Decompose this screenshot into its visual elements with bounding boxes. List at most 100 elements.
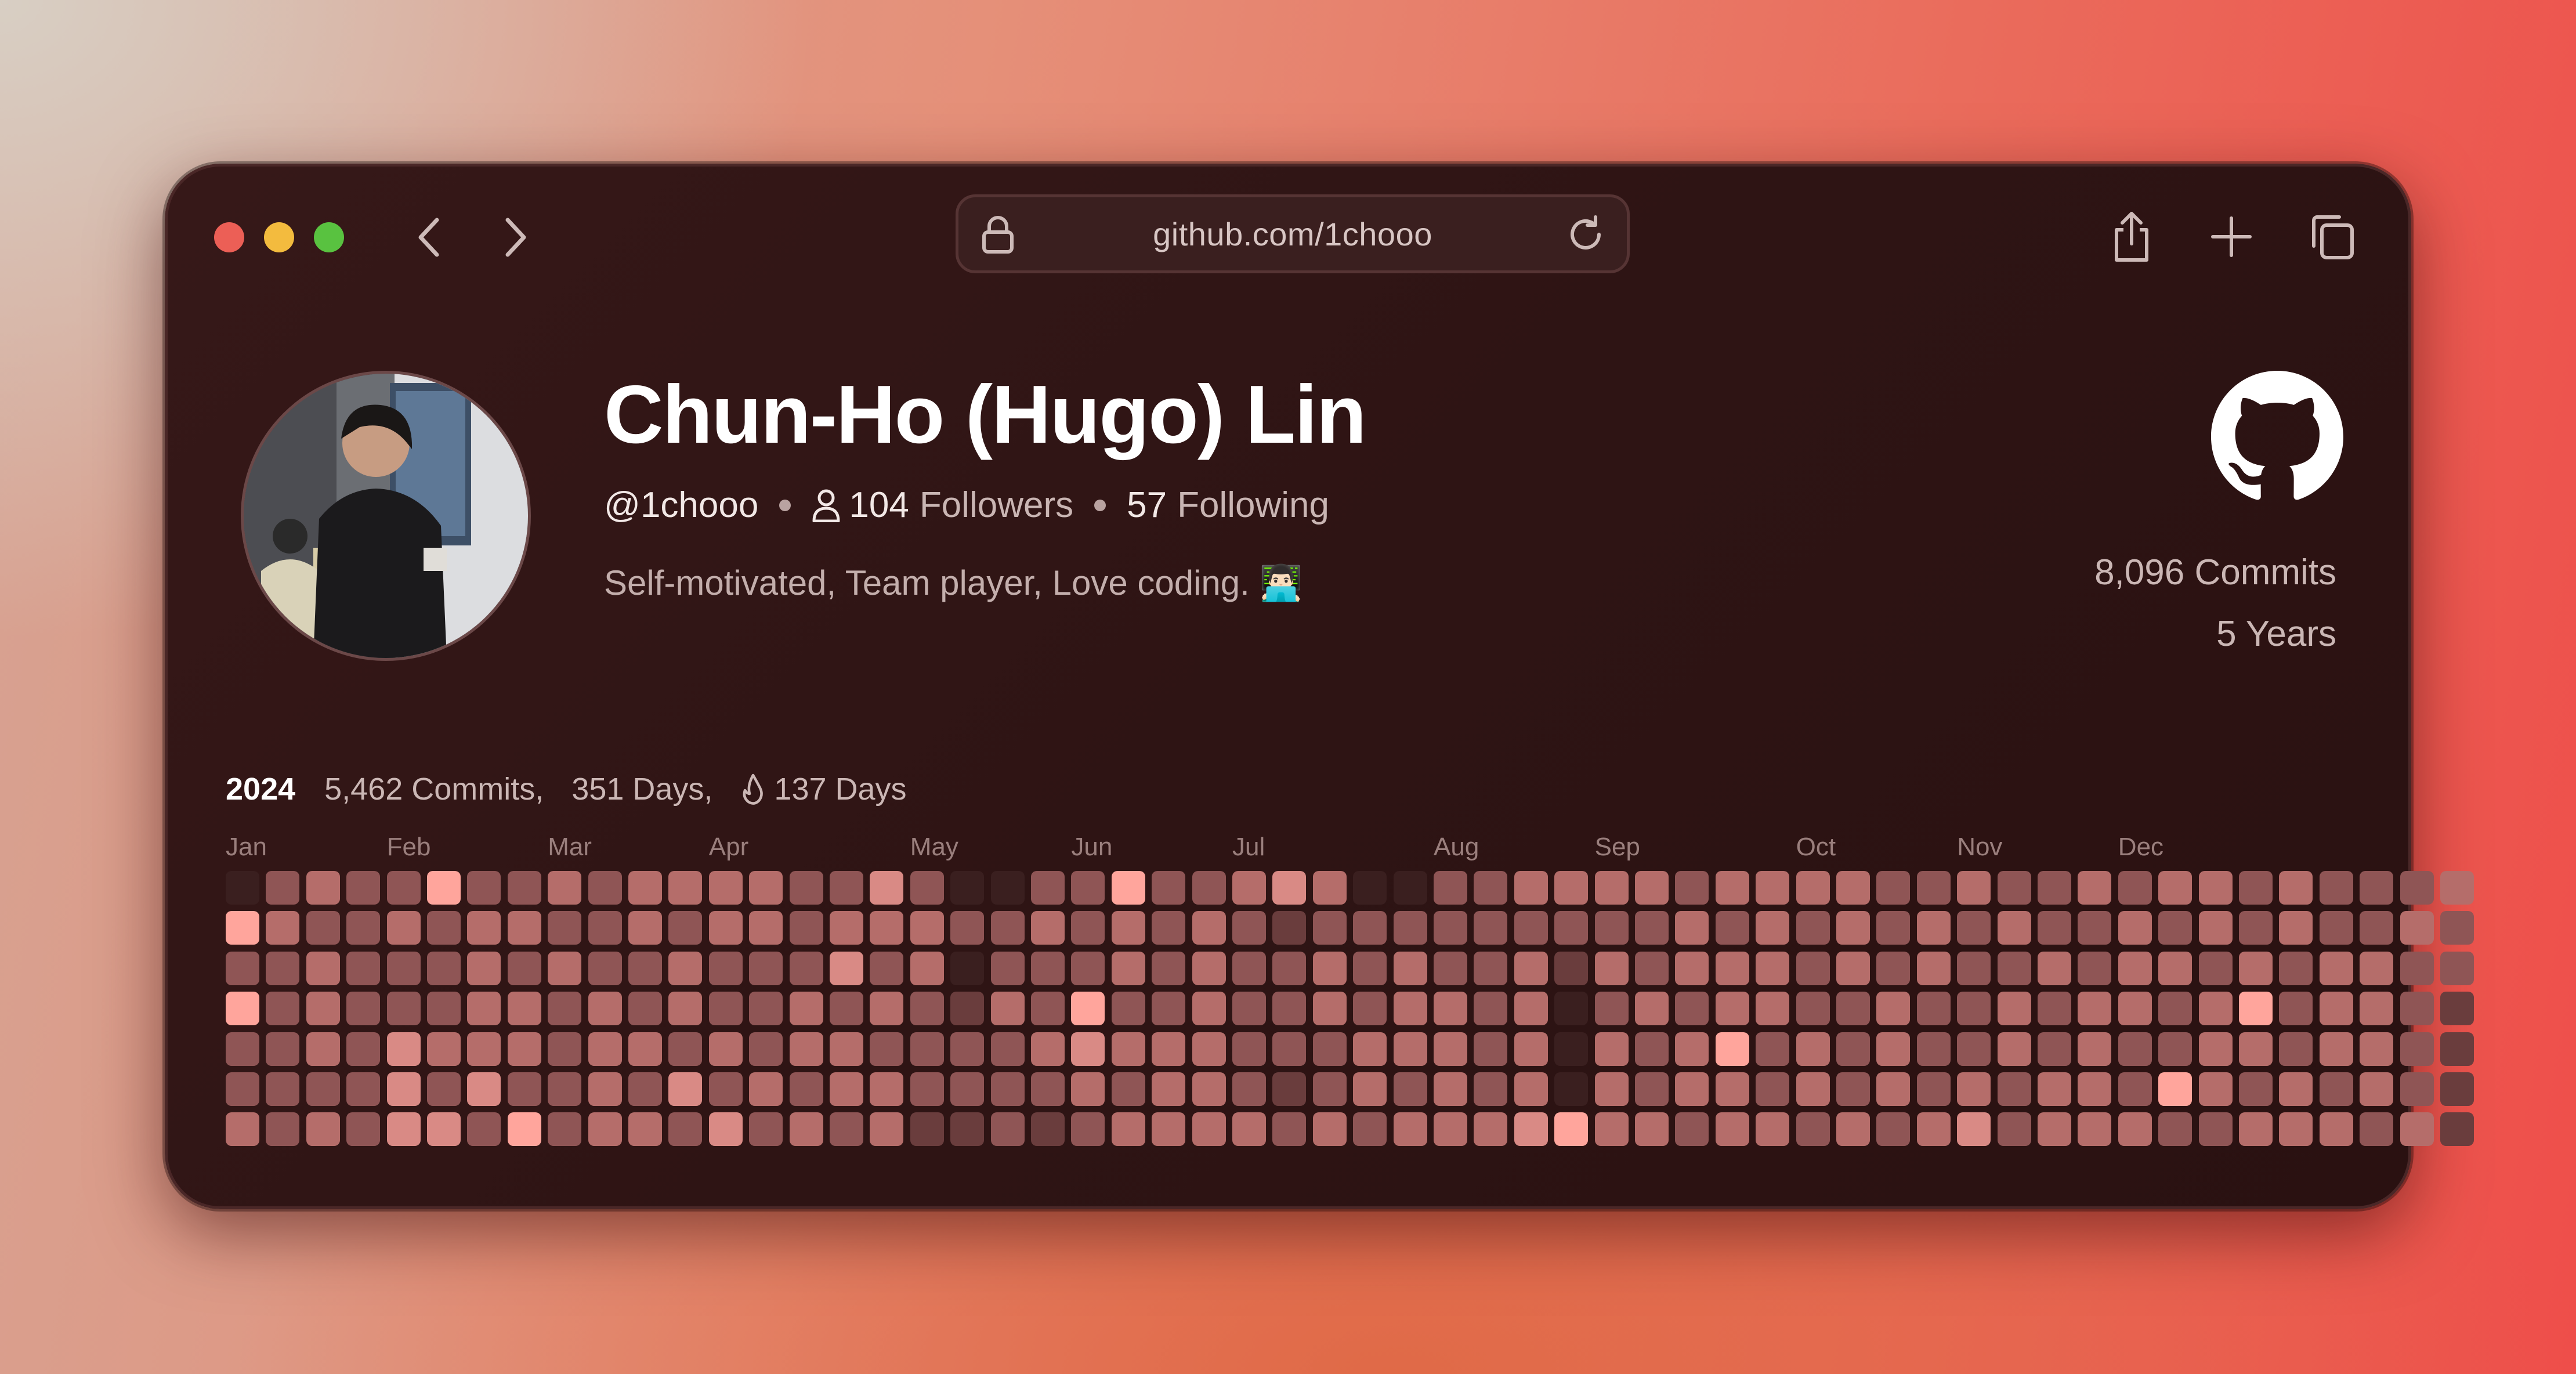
contribution-cell[interactable] <box>1272 1032 1307 1066</box>
contribution-cell[interactable] <box>346 1032 381 1066</box>
contribution-cell[interactable] <box>1393 1112 1427 1147</box>
contribution-cell[interactable] <box>1836 1112 1870 1147</box>
contribution-cell[interactable] <box>870 1072 904 1106</box>
contribution-cell[interactable] <box>2279 871 2313 905</box>
contribution-cell[interactable] <box>548 1072 582 1106</box>
contribution-cell[interactable] <box>2118 1072 2152 1106</box>
contribution-cell[interactable] <box>830 1032 863 1066</box>
contribution-cell[interactable] <box>1071 992 1105 1026</box>
contribution-cell[interactable] <box>1232 1032 1266 1066</box>
contribution-cell[interactable] <box>2319 951 2353 985</box>
contribution-cell[interactable] <box>1474 1072 1508 1106</box>
contribution-cell[interactable] <box>386 911 421 945</box>
contribution-cell[interactable] <box>910 1032 944 1066</box>
contribution-cell[interactable] <box>2198 992 2233 1026</box>
contribution-cell[interactable] <box>2239 1112 2273 1147</box>
contribution-cell[interactable] <box>1434 1112 1467 1147</box>
contribution-cell[interactable] <box>1756 992 1790 1026</box>
contribution-cell[interactable] <box>708 871 743 905</box>
contribution-cell[interactable] <box>1353 1072 1387 1106</box>
contribution-cell[interactable] <box>1312 992 1347 1026</box>
contribution-cell[interactable] <box>1554 951 1589 985</box>
contribution-cell[interactable] <box>2360 1032 2394 1066</box>
contribution-cell[interactable] <box>266 1072 300 1106</box>
contribution-cell[interactable] <box>870 992 904 1026</box>
contribution-cell[interactable] <box>588 951 622 985</box>
contribution-cell[interactable] <box>1594 871 1629 905</box>
contribution-cell[interactable] <box>789 992 823 1026</box>
contribution-cell[interactable] <box>910 1072 944 1106</box>
contribution-cell[interactable] <box>990 1112 1025 1147</box>
contribution-cell[interactable] <box>386 1032 421 1066</box>
contribution-cell[interactable] <box>1071 1072 1105 1106</box>
contribution-cell[interactable] <box>1715 1072 1749 1106</box>
contribution-cell[interactable] <box>467 871 501 905</box>
contribution-cell[interactable] <box>1111 871 1145 905</box>
contribution-cell[interactable] <box>668 1072 703 1106</box>
contribution-cell[interactable] <box>1594 951 1629 985</box>
contribution-cell[interactable] <box>2279 1072 2313 1106</box>
contribution-cell[interactable] <box>1594 992 1629 1026</box>
contribution-cell[interactable] <box>1756 1032 1790 1066</box>
contribution-cell[interactable] <box>910 951 944 985</box>
contribution-cell[interactable] <box>1071 951 1105 985</box>
contribution-cell[interactable] <box>346 992 381 1026</box>
contribution-cell[interactable] <box>548 871 582 905</box>
contribution-cell[interactable] <box>1474 1032 1508 1066</box>
contribution-cell[interactable] <box>1272 951 1307 985</box>
contribution-cell[interactable] <box>1232 992 1266 1026</box>
contribution-cell[interactable] <box>789 911 823 945</box>
contribution-cell[interactable] <box>1393 911 1427 945</box>
contribution-cell[interactable] <box>548 992 582 1026</box>
contribution-cell[interactable] <box>990 1032 1025 1066</box>
contribution-cell[interactable] <box>507 951 541 985</box>
contribution-cell[interactable] <box>306 1032 340 1066</box>
contribution-cell[interactable] <box>1635 1072 1669 1106</box>
contribution-cell[interactable] <box>2239 871 2273 905</box>
contribution-cell[interactable] <box>1715 951 1749 985</box>
share-button[interactable] <box>2100 205 2163 269</box>
contribution-cell[interactable] <box>2198 1072 2233 1106</box>
contribution-cell[interactable] <box>1192 1032 1226 1066</box>
contribution-cell[interactable] <box>1997 951 2031 985</box>
contribution-cell[interactable] <box>1876 992 1911 1026</box>
contribution-cell[interactable] <box>2158 1072 2193 1106</box>
contribution-cell[interactable] <box>1594 1072 1629 1106</box>
contribution-cell[interactable] <box>2279 1032 2313 1066</box>
contribution-cell[interactable] <box>990 871 1025 905</box>
contribution-cell[interactable] <box>1152 1032 1186 1066</box>
contribution-cell[interactable] <box>266 871 300 905</box>
contribution-cell[interactable] <box>346 951 381 985</box>
contribution-cell[interactable] <box>628 1072 662 1106</box>
contribution-cell[interactable] <box>2038 911 2071 945</box>
contribution-cell[interactable] <box>1434 911 1467 945</box>
contribution-cell[interactable] <box>708 1112 743 1147</box>
contribution-cell[interactable] <box>306 951 340 985</box>
contribution-cell[interactable] <box>1715 871 1749 905</box>
contribution-cell[interactable] <box>2400 992 2434 1026</box>
contribution-cell[interactable] <box>1675 1032 1709 1066</box>
contribution-cell[interactable] <box>1514 951 1548 985</box>
contribution-cell[interactable] <box>1031 1032 1065 1066</box>
contribution-cell[interactable] <box>2440 911 2474 945</box>
contribution-cell[interactable] <box>1796 911 1830 945</box>
contribution-cell[interactable] <box>1272 1072 1307 1106</box>
contribution-cell[interactable] <box>1957 911 1991 945</box>
contribution-cell[interactable] <box>2078 871 2112 905</box>
contribution-cell[interactable] <box>1876 871 1911 905</box>
contribution-cell[interactable] <box>2440 951 2474 985</box>
contribution-cell[interactable] <box>588 1112 622 1147</box>
contribution-cell[interactable] <box>2118 1032 2152 1066</box>
contribution-cell[interactable] <box>628 1112 662 1147</box>
contribution-cell[interactable] <box>467 911 501 945</box>
contribution-cell[interactable] <box>1916 951 1951 985</box>
contribution-cell[interactable] <box>2118 951 2152 985</box>
contribution-cell[interactable] <box>2158 911 2193 945</box>
contribution-cell[interactable] <box>2158 871 2193 905</box>
contribution-cell[interactable] <box>1715 1032 1749 1066</box>
contribution-cell[interactable] <box>749 951 783 985</box>
contribution-cell[interactable] <box>1514 1072 1548 1106</box>
contribution-cell[interactable] <box>427 871 461 905</box>
contribution-cell[interactable] <box>1756 1072 1790 1106</box>
contribution-cell[interactable] <box>1635 1032 1669 1066</box>
